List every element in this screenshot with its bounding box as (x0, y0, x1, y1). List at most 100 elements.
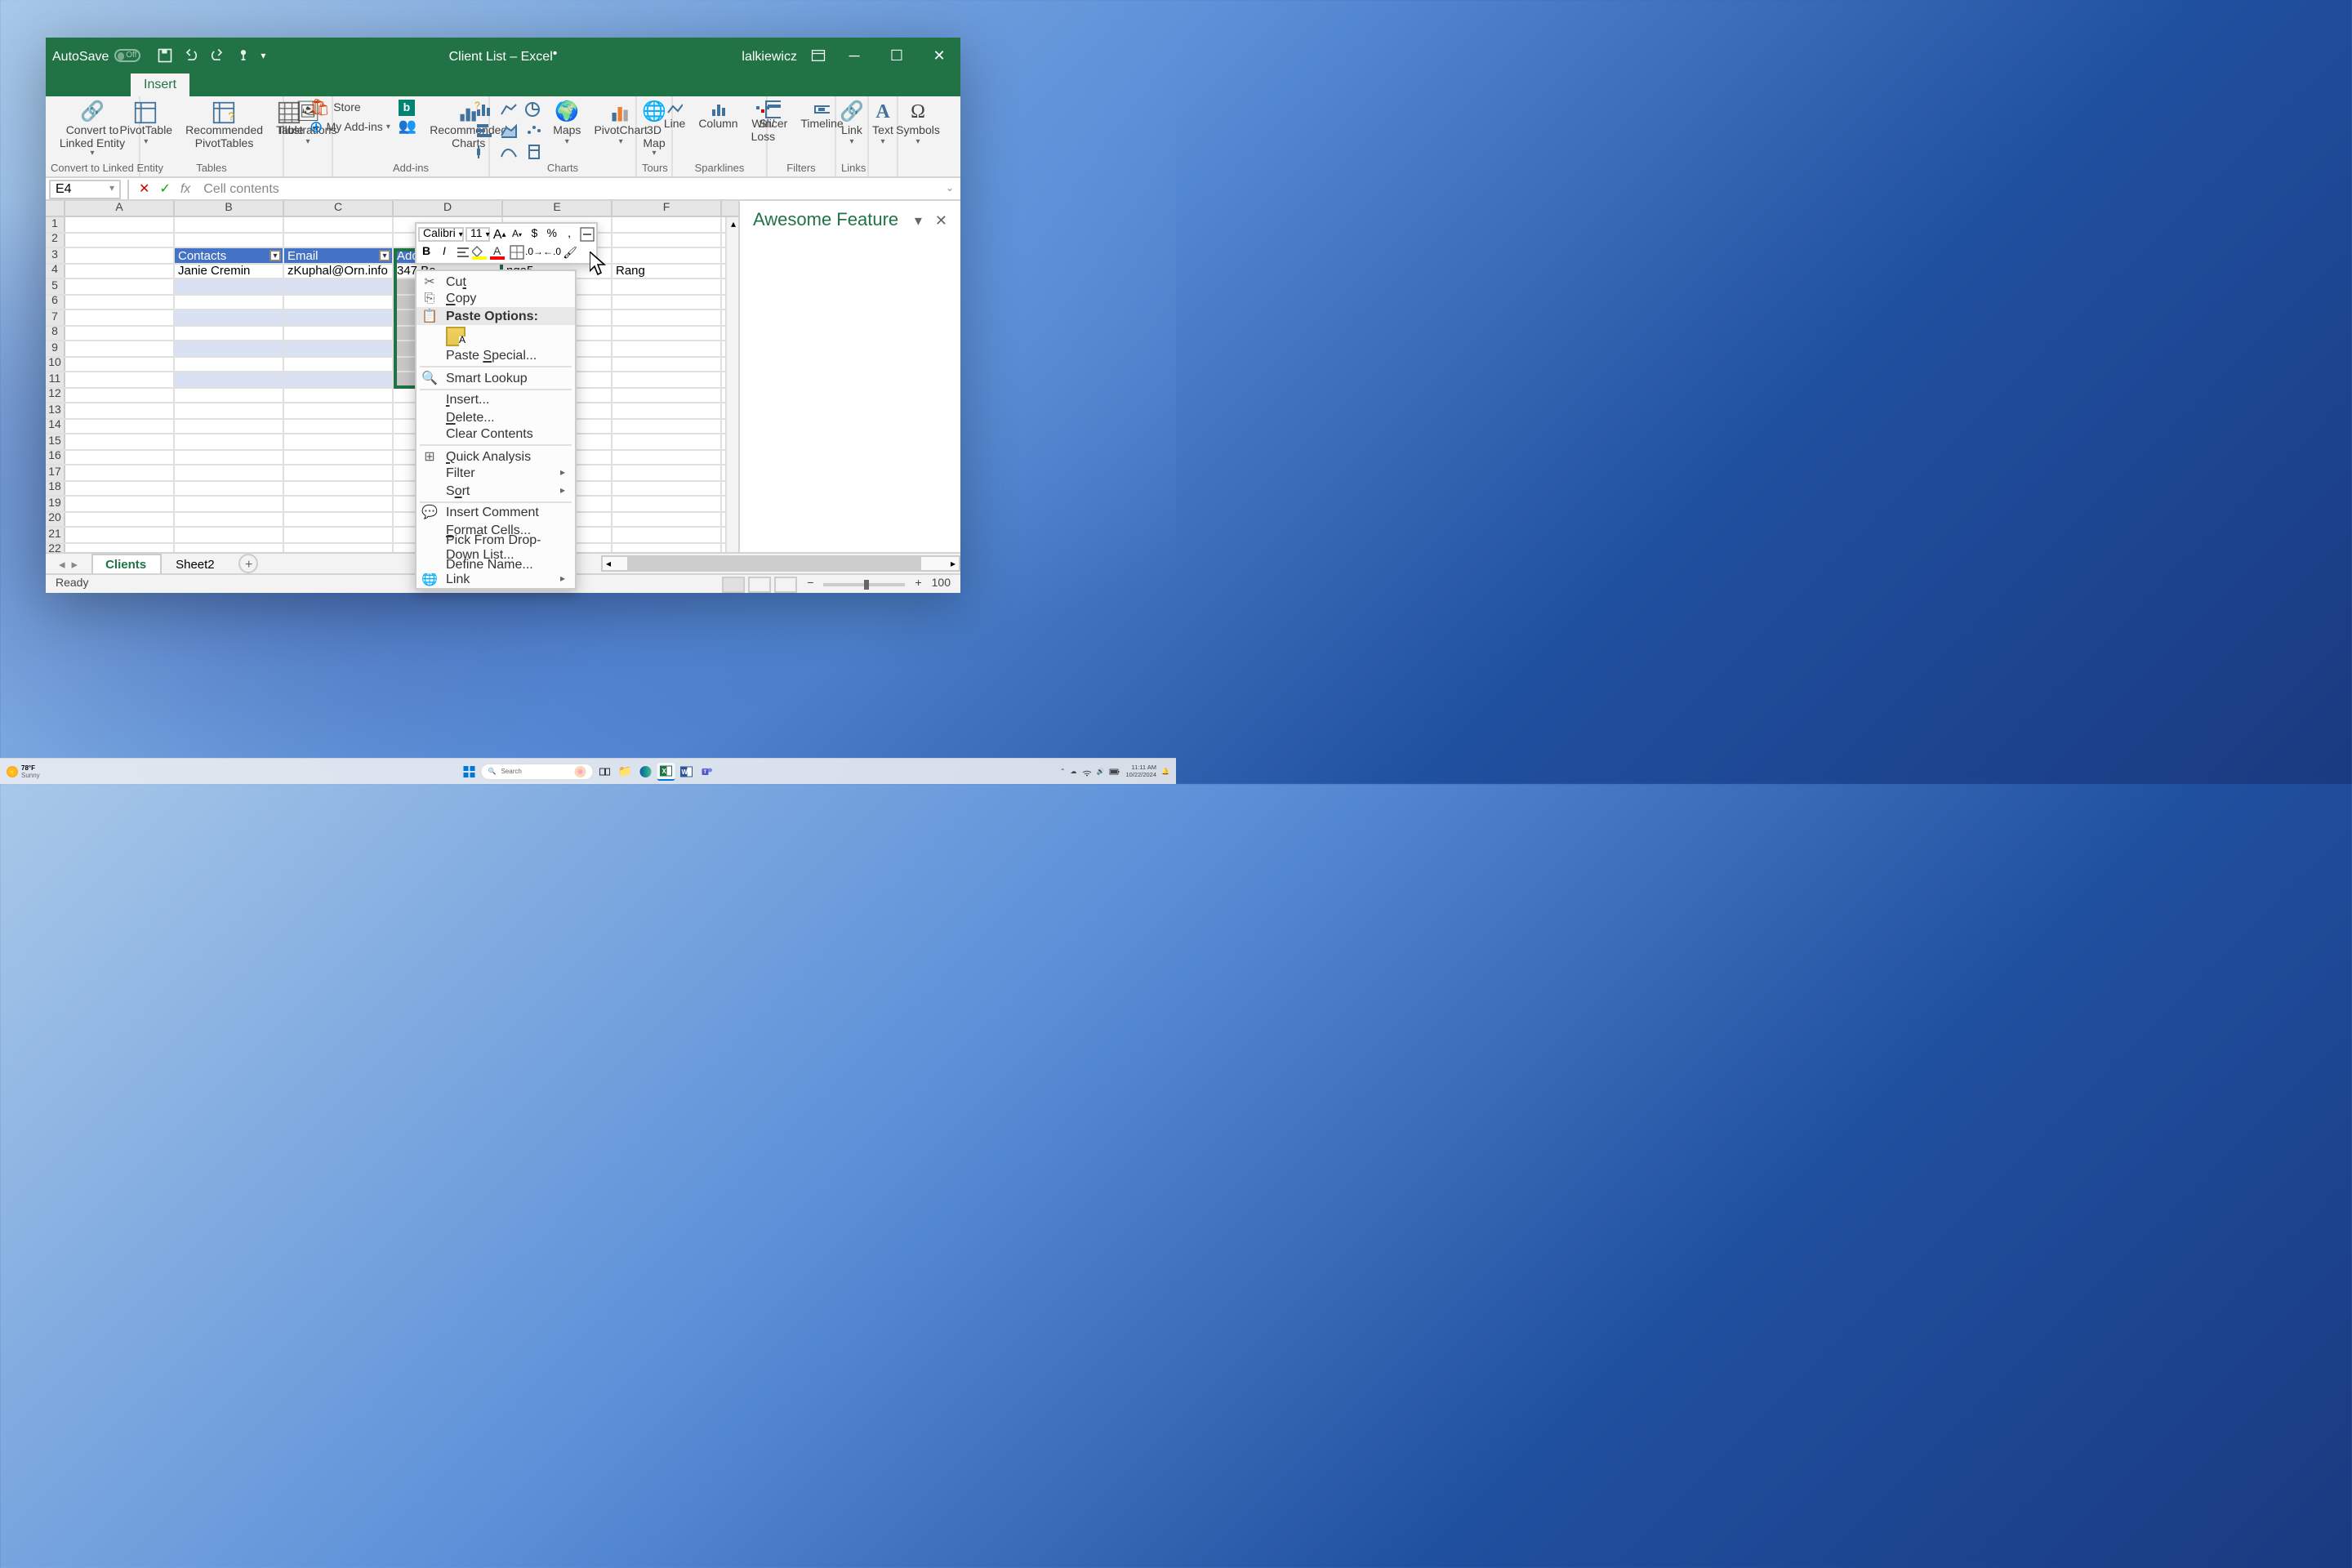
menu-insert-comment[interactable]: 💬Insert Comment (416, 504, 575, 521)
vertical-scrollbar[interactable]: ▴ (725, 217, 738, 552)
cell-B16[interactable] (175, 450, 284, 464)
cell-F16[interactable] (612, 450, 722, 464)
cell-A12[interactable] (65, 388, 175, 402)
cell-F11[interactable] (612, 372, 722, 386)
worksheet-grid[interactable]: A B C D E F 123Contacts▾Email▾Address▾4J… (46, 201, 738, 552)
save-icon[interactable] (156, 47, 172, 64)
cell-C3[interactable]: Email▾ (284, 248, 394, 262)
excel-taskbar-icon[interactable]: X (657, 763, 675, 781)
cell-A18[interactable] (65, 481, 175, 495)
menu-pick-from-list[interactable]: Pick From Drop-Down List... (416, 538, 575, 555)
cell-A13[interactable] (65, 403, 175, 417)
normal-view-button[interactable] (722, 576, 745, 592)
cell-A10[interactable] (65, 357, 175, 371)
menu-filter[interactable]: Filter▸ (416, 465, 575, 482)
menu-copy[interactable]: ⎘Copy (416, 290, 575, 307)
zoom-in-button[interactable]: + (915, 578, 921, 590)
row-header-11[interactable]: 11 (46, 372, 65, 386)
font-combo[interactable]: Calibri▾ (418, 227, 464, 242)
row-header-21[interactable]: 21 (46, 528, 65, 541)
sheet-prev-icon[interactable]: ◂ (59, 556, 65, 571)
menu-sort[interactable]: Sort▸ (416, 482, 575, 499)
pivottable-button[interactable]: PivotTable▾ (115, 100, 178, 149)
fill-color-icon[interactable] (472, 244, 488, 261)
volume-icon[interactable]: 🔊 (1097, 768, 1105, 775)
cell-C2[interactable] (284, 233, 394, 247)
row-header-5[interactable]: 5 (46, 279, 65, 293)
row-header-15[interactable]: 15 (46, 434, 65, 448)
cell-C10[interactable] (284, 357, 394, 371)
cell-C7[interactable] (284, 310, 394, 324)
menu-insert[interactable]: Insert... (416, 391, 575, 408)
cell-A14[interactable] (65, 419, 175, 433)
cell-C4[interactable]: zKuphal@Orn.info (284, 264, 394, 278)
cell-A22[interactable] (65, 543, 175, 552)
cell-A2[interactable] (65, 233, 175, 247)
cell-F5[interactable] (612, 279, 722, 293)
chart-gallery[interactable] (473, 100, 545, 162)
touch-mode-icon[interactable] (234, 47, 251, 64)
cell-A11[interactable] (65, 372, 175, 386)
row-header-10[interactable]: 10 (46, 357, 65, 371)
align-icon[interactable] (454, 244, 470, 261)
cell-F19[interactable] (612, 497, 722, 510)
expand-formula-bar-icon[interactable]: ⌄ (939, 183, 960, 194)
comma-format-icon[interactable]: , (561, 226, 577, 243)
filter-button-C[interactable]: ▾ (379, 250, 390, 261)
row-header-4[interactable]: 4 (46, 264, 65, 278)
cell-F7[interactable] (612, 310, 722, 324)
cell-B14[interactable] (175, 419, 284, 433)
cell-C13[interactable] (284, 403, 394, 417)
people-graph-icon[interactable]: 👥 (399, 118, 416, 136)
recommended-pivottables-button[interactable]: ?Recommended PivotTables (180, 100, 268, 153)
menu-paste-special[interactable]: Paste Special... (416, 347, 575, 364)
page-break-view-button[interactable] (774, 576, 797, 592)
cell-C11[interactable] (284, 372, 394, 386)
format-painter-icon[interactable]: 🖌 (562, 244, 578, 261)
sheet-next-icon[interactable]: ▸ (72, 556, 78, 571)
name-box[interactable]: E4▾ (49, 179, 121, 198)
menu-link[interactable]: 🌐Link▸ (416, 572, 575, 586)
cell-F9[interactable] (612, 341, 722, 355)
cell-A15[interactable] (65, 434, 175, 448)
cell-A20[interactable] (65, 512, 175, 526)
symbols-button[interactable]: ΩSymbols▾ (891, 100, 945, 149)
redo-icon[interactable] (208, 47, 225, 64)
cell-F10[interactable] (612, 357, 722, 371)
taskpane-menu-icon[interactable]: ▾ (915, 212, 922, 229)
col-header-A[interactable]: A (65, 201, 175, 216)
cell-B12[interactable] (175, 388, 284, 402)
bing-maps-icon[interactable]: b (399, 100, 415, 116)
col-header-D[interactable]: D (394, 201, 503, 216)
row-header-3[interactable]: 3 (46, 248, 65, 262)
bold-icon[interactable]: B (418, 244, 434, 261)
row-header-12[interactable]: 12 (46, 388, 65, 402)
grow-font-icon[interactable]: A▴ (492, 226, 507, 243)
row-header-1[interactable]: 1 (46, 217, 65, 231)
cell-C9[interactable] (284, 341, 394, 355)
italic-icon[interactable]: I (436, 244, 452, 261)
task-view-icon[interactable] (596, 763, 614, 781)
fx-icon[interactable]: fx (180, 181, 190, 196)
cell-C19[interactable] (284, 497, 394, 510)
row-header-14[interactable]: 14 (46, 419, 65, 433)
battery-icon[interactable] (1109, 768, 1120, 776)
cell-B3[interactable]: Contacts▾ (175, 248, 284, 262)
cell-A5[interactable] (65, 279, 175, 293)
cell-B15[interactable] (175, 434, 284, 448)
explorer-icon[interactable]: 📁 (617, 763, 635, 781)
cell-C15[interactable] (284, 434, 394, 448)
cell-A17[interactable] (65, 466, 175, 479)
cell-F4[interactable]: Rang (612, 264, 722, 278)
zoom-out-button[interactable]: − (807, 578, 813, 590)
cell-C20[interactable] (284, 512, 394, 526)
cell-F15[interactable] (612, 434, 722, 448)
sheet-tab-clients[interactable]: Clients (91, 554, 161, 573)
row-header-20[interactable]: 20 (46, 512, 65, 526)
menu-smart-lookup[interactable]: 🔍Smart Lookup (416, 369, 575, 386)
row-header-18[interactable]: 18 (46, 481, 65, 495)
sheet-tab-sheet2[interactable]: Sheet2 (161, 553, 229, 574)
cell-B10[interactable] (175, 357, 284, 371)
cell-A7[interactable] (65, 310, 175, 324)
add-sheet-button[interactable]: + (239, 554, 259, 573)
